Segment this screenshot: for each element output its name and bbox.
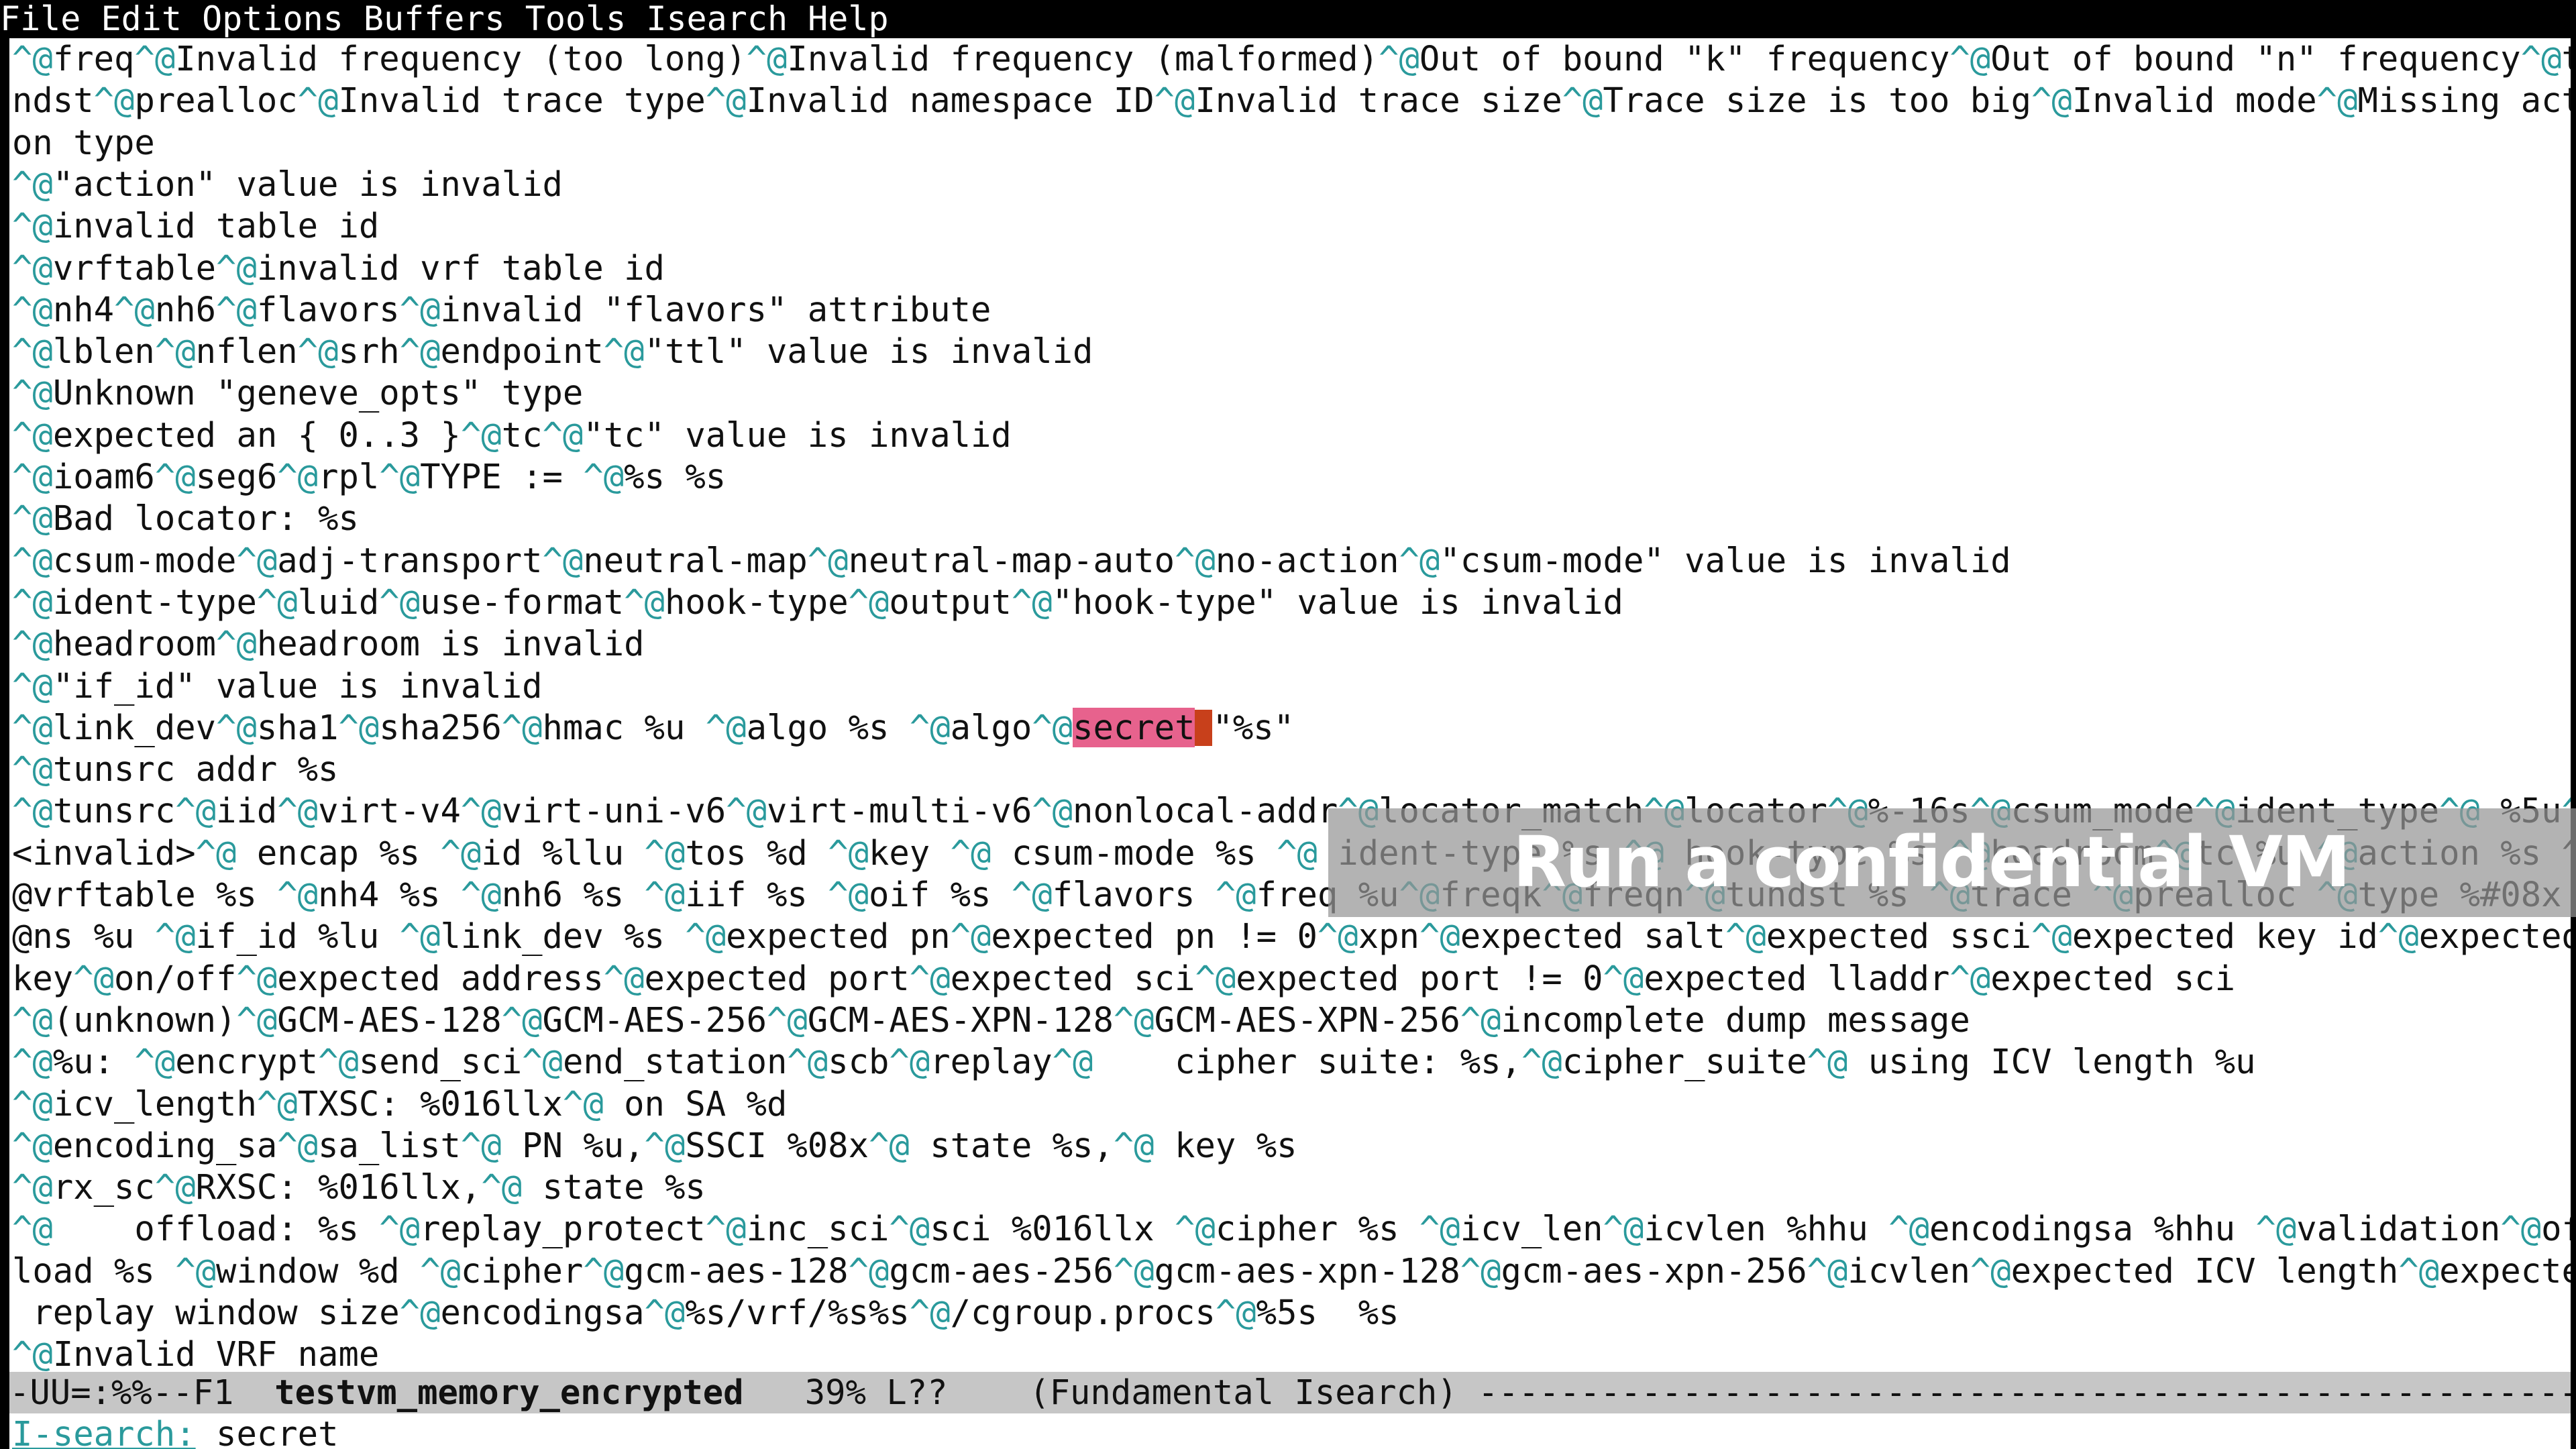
menu-item-buffers[interactable]: Buffers (364, 0, 505, 38)
buffer-line: @ns %u ^@if_id %lu ^@link_dev %s ^@expec… (12, 916, 2571, 957)
buffer-line: ^@Bad locator: %s (12, 498, 359, 539)
buffer-line: ^@headroom^@headroom is invalid (12, 624, 645, 664)
buffer-line: ^@ident-type^@luid^@use-format^@hook-typ… (12, 582, 1623, 622)
menu-item-tools[interactable]: Tools (525, 0, 627, 38)
menu-item-edit[interactable]: Edit (101, 0, 182, 38)
buffer-line: ^@"if_id" value is invalid (12, 665, 543, 706)
buffer-line: ^@tunsrc addr %s (12, 749, 339, 790)
modeline-position: 39% L?? (743, 1373, 1030, 1412)
text-buffer[interactable]: ^@freq^@Invalid frequency (too long)^@In… (12, 38, 2571, 1372)
buffer-line: ^@"action" value is invalid (12, 164, 563, 204)
buffer-line: ^@icv_length^@TXSC: %016llx^@ on SA %d (12, 1083, 788, 1124)
buffer-line: ^@encoding_sa^@sa_list^@ PN %u,^@SSCI %0… (12, 1125, 1297, 1165)
buffer-line: ndst^@prealloc^@Invalid trace type^@Inva… (12, 80, 2571, 121)
buffer-line: ^@vrftable^@invalid vrf table id (12, 248, 665, 288)
buffer-line: ^@Unknown "geneve_opts" type (12, 373, 584, 413)
buffer-line: replay window size^@encodingsa^@%s/vrf/%… (12, 1293, 1399, 1332)
buffer-line: ^@invalid table id (12, 206, 380, 246)
menu-bar: File Edit Options Buffers Tools Isearch … (0, 0, 2576, 38)
minibuffer[interactable]: I-search: secret (12, 1413, 2571, 1449)
buffer-line: on type (12, 122, 155, 162)
caption-overlay-text: Run a confidential VM (1513, 821, 2351, 903)
buffer-line: ^@link_dev^@sha1^@sha256^@hmac %u ^@algo… (12, 707, 1295, 747)
search-match-highlight: secret (1073, 707, 1195, 747)
frame-border-left (0, 38, 9, 1449)
buffer-line: load %s ^@window %d ^@cipher^@gcm-aes-12… (12, 1250, 2571, 1291)
buffer-line: ^@(unknown)^@GCM-AES-128^@GCM-AES-256^@G… (12, 1000, 1970, 1040)
mode-line: -UU=:%%--F1 testvm_memory_encrypted 39% … (9, 1372, 2571, 1413)
buffer-line: ^@rx_sc^@RXSC: %016llx,^@ state %s (12, 1167, 706, 1208)
buffer-line: ^@ offload: %s ^@replay_protect^@inc_sci… (12, 1209, 2571, 1249)
buffer-line: ^@Invalid VRF name (12, 1334, 380, 1372)
isearch-query[interactable]: secret (216, 1414, 338, 1449)
menu-item-file[interactable]: File (0, 0, 80, 38)
modeline-status: -UU=:%%--F1 (9, 1373, 275, 1412)
isearch-prompt: I-search: (12, 1414, 196, 1449)
buffer-line: ^@nh4^@nh6^@flavors^@invalid "flavors" a… (12, 289, 991, 329)
buffer-line: key^@on/off^@expected address^@expected … (12, 958, 2236, 998)
buffer-line: ^@lblen^@nflen^@srh^@endpoint^@"ttl" val… (12, 331, 1093, 372)
buffer-line: ^@%u: ^@encrypt^@send_sci^@end_station^@… (12, 1042, 2256, 1082)
buffer-line: ^@csum-mode^@adj-transport^@neutral-map^… (12, 540, 2011, 580)
text-cursor (1195, 709, 1213, 746)
frame-border-right (2571, 38, 2576, 1449)
modeline-fill: ----------------------------------------… (1478, 1373, 2571, 1412)
menu-item-options[interactable]: Options (202, 0, 343, 38)
menu-item-help[interactable]: Help (808, 0, 888, 38)
modeline-modes[interactable]: (Fundamental Isearch) (1029, 1373, 1478, 1412)
buffer-line: ^@freq^@Invalid frequency (too long)^@In… (12, 39, 2571, 78)
menu-item-isearch[interactable]: Isearch (646, 0, 788, 38)
buffer-line: ^@expected an { 0..3 }^@tc^@"tc" value i… (12, 415, 1012, 455)
modeline-buffer-name[interactable]: testvm_memory_encrypted (274, 1373, 743, 1412)
buffer-line: ^@ioam6^@seg6^@rpl^@TYPE := ^@%s %s (12, 457, 727, 496)
